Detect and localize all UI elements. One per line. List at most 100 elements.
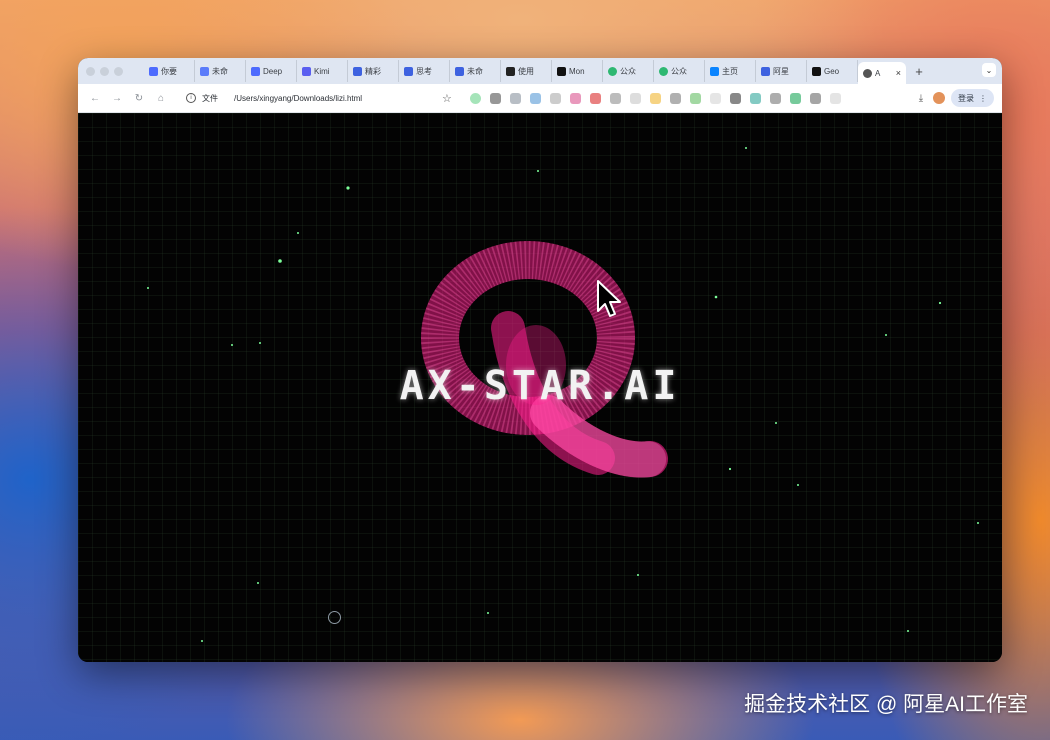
page-viewport[interactable]: AX-STAR.AI	[78, 113, 1002, 662]
extension-icon[interactable]	[770, 92, 781, 104]
tab-label: 精彩	[365, 66, 381, 76]
tab-favicon-icon	[455, 66, 464, 76]
tab-favicon-icon	[302, 66, 311, 76]
star-dot	[775, 422, 777, 424]
star-dot	[797, 484, 799, 486]
extension-icon[interactable]	[650, 92, 661, 104]
extension-icon[interactable]	[610, 92, 621, 104]
tab-favicon-icon	[710, 66, 719, 76]
extension-icon[interactable]	[510, 92, 521, 104]
star-dot	[938, 301, 942, 305]
tab-label: 你要	[161, 66, 177, 76]
extension-icon[interactable]	[470, 92, 481, 104]
close-tab-icon[interactable]: ×	[896, 68, 901, 78]
tab[interactable]: 公众	[654, 60, 705, 82]
extension-icon[interactable]	[550, 92, 561, 104]
tab[interactable]: 主页	[705, 60, 756, 82]
mouse-pointer-icon	[597, 280, 621, 317]
extension-icon[interactable]	[790, 92, 801, 104]
star-dot	[977, 522, 979, 524]
star-dot	[907, 630, 909, 632]
star-dot	[259, 342, 261, 344]
tab[interactable]: 未命	[450, 60, 501, 82]
avatar[interactable]	[933, 92, 945, 104]
download-icon[interactable]: ⤓	[915, 93, 927, 104]
tab-label: 主页	[722, 66, 738, 76]
extension-icon[interactable]	[590, 92, 601, 104]
login-label: 登录	[958, 93, 974, 103]
url-text[interactable]: /Users/xingyang/Downloads/lizi.html	[234, 94, 362, 103]
tab[interactable]: 公众	[603, 60, 654, 82]
globe-icon	[863, 68, 872, 78]
tab-favicon-icon	[659, 66, 668, 76]
watermark: 掘金技术社区 @ 阿星AI工作室	[744, 693, 1028, 716]
extension-icon[interactable]	[630, 92, 641, 104]
tab-label: Geo	[824, 66, 840, 76]
extension-icon[interactable]	[570, 92, 581, 104]
star-dot	[745, 147, 747, 149]
tab-favicon-icon	[251, 66, 260, 76]
star-dot	[714, 295, 718, 299]
address-bar[interactable]: i 文件 /Users/xingyang/Downloads/lizi.html	[180, 88, 442, 108]
star-dot	[231, 344, 233, 346]
extension-icon[interactable]	[670, 92, 681, 104]
star-dot	[278, 259, 282, 263]
minimize-window-button[interactable]	[100, 66, 109, 76]
maximize-window-button[interactable]	[114, 66, 123, 76]
tab[interactable]: 使用	[501, 60, 552, 82]
tab[interactable]: Mon	[552, 60, 603, 82]
tab-favicon-icon	[200, 66, 209, 76]
star-dot	[147, 287, 149, 289]
extension-icon[interactable]	[810, 92, 821, 104]
star-dot	[637, 574, 639, 576]
extension-icon[interactable]	[490, 92, 501, 104]
tab[interactable]: 未命	[195, 60, 246, 82]
toolbar-right: ⤓ 登录 ⋮	[915, 89, 994, 107]
extension-icon[interactable]	[830, 92, 841, 104]
menu-kebab-icon[interactable]: ⋮	[979, 94, 987, 103]
tab[interactable]: 思考	[399, 60, 450, 82]
tab-label: 未命	[212, 66, 228, 76]
forward-icon[interactable]: →	[106, 93, 128, 104]
tab-label: 使用	[518, 66, 534, 76]
tab-label: Deep	[263, 66, 283, 76]
tab-label: Mon	[569, 66, 585, 76]
reload-icon[interactable]: ↻	[128, 93, 150, 104]
browser-toolbar: ← → ↻ ⌂ i 文件 /Users/xingyang/Downloads/l…	[78, 84, 1002, 113]
tab[interactable]: 精彩	[348, 60, 399, 82]
login-button[interactable]: 登录 ⋮	[951, 89, 994, 107]
extensions-bar	[470, 92, 841, 104]
extension-icon[interactable]	[690, 92, 701, 104]
tab-search-button[interactable]: ⌄	[982, 63, 996, 77]
extension-icon[interactable]	[750, 92, 761, 104]
new-tab-button[interactable]: +	[912, 64, 926, 79]
star-dot	[257, 582, 259, 584]
browser-window: 你要 未命 Deep Kimi 精彩 思考 未命 使用 Mon 公众 公众 主页…	[78, 58, 1002, 662]
tab[interactable]: 你要	[144, 60, 195, 82]
tab-favicon-icon	[353, 66, 362, 76]
star-dot	[885, 334, 887, 336]
tab-label: 公众	[620, 66, 636, 76]
back-icon[interactable]: ←	[84, 93, 106, 104]
extension-icon[interactable]	[730, 92, 741, 104]
active-tab[interactable]: A ×	[858, 62, 906, 84]
extension-icon[interactable]	[710, 92, 721, 104]
tab-favicon-icon	[608, 66, 617, 76]
tab[interactable]: Deep	[246, 60, 297, 82]
ring-cursor-icon	[328, 611, 341, 624]
close-window-button[interactable]	[86, 66, 95, 76]
tab[interactable]: 阿星	[756, 60, 807, 82]
tab-favicon-icon	[404, 66, 413, 76]
page-headline: AX-STAR.AI	[399, 363, 681, 409]
extension-icon[interactable]	[530, 92, 541, 104]
tab-favicon-icon	[761, 66, 770, 76]
tab[interactable]: Kimi	[297, 60, 348, 82]
home-icon[interactable]: ⌂	[150, 93, 172, 104]
info-icon[interactable]: i	[186, 93, 196, 103]
tab-favicon-icon	[812, 66, 821, 76]
tab-label: 阿星	[773, 66, 789, 76]
bookmark-star-icon[interactable]: ☆	[442, 92, 456, 105]
star-dot	[487, 612, 489, 614]
tab[interactable]: Geo	[807, 60, 858, 82]
tab-label: Kimi	[314, 66, 330, 76]
